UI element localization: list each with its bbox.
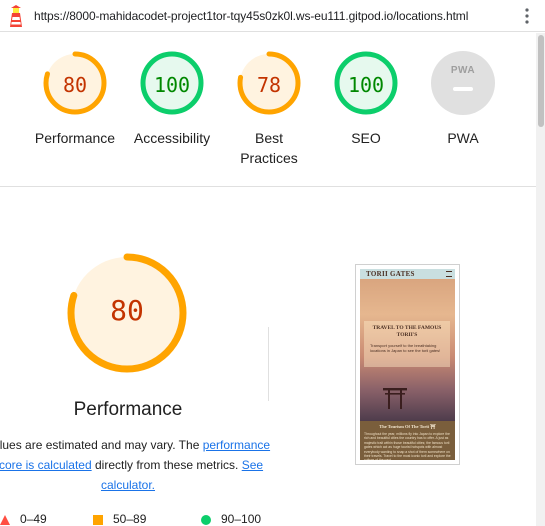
pwa-badge-icon — [431, 51, 495, 115]
square-icon — [93, 514, 103, 525]
pwa-dash-icon — [453, 87, 473, 91]
thumbnail-hero-text: Transport yourself to the breathtaking l… — [370, 343, 441, 353]
legend-range: 0–49 — [20, 512, 47, 526]
performance-title: Performance — [73, 399, 183, 420]
gauge-label: Accessibility — [133, 130, 211, 146]
legend-average: 50–89 — [93, 512, 146, 526]
legend-pass: 90–100 — [201, 512, 261, 526]
thumbnail-section-text: Throughout the year, millions fly into J… — [364, 432, 451, 460]
gauge-score: 100 — [347, 73, 385, 97]
gauge-seo[interactable]: 100 SEO — [316, 50, 416, 148]
gauge-score: 100 — [153, 73, 191, 97]
thumbnail-hero-card: TRAVEL TO THE FAMOUS TORII'S Transport y… — [364, 321, 450, 367]
kebab-menu-icon[interactable] — [522, 6, 532, 26]
scrollbar-thumb[interactable] — [538, 35, 544, 127]
thumbnail-page: TORII GATES TRAVEL TO THE FAMOUS TORII'S… — [360, 269, 455, 460]
final-screenshot-thumbnail[interactable]: TORII GATES TRAVEL TO THE FAMOUS TORII'S… — [355, 264, 460, 465]
gauge-score: 78 — [256, 73, 282, 97]
thumbnail-navbar: TORII GATES — [360, 269, 455, 279]
gauge-label: Best Practices — [219, 128, 319, 168]
pwa-badge-text: PWA — [450, 65, 476, 76]
vertical-divider — [268, 327, 269, 401]
thumbnail-hero-heading: TRAVEL TO THE FAMOUS TORII'S — [372, 325, 442, 338]
gauge-accessibility[interactable]: 100 Accessibility — [122, 50, 222, 148]
thumbnail-brand: TORII GATES — [366, 270, 415, 278]
note-text-middle: directly from these metrics. — [91, 458, 242, 472]
note-text: Values are estimated and may vary. The — [0, 438, 203, 452]
hamburger-icon — [446, 271, 452, 277]
url-bar: https://8000-mahidacodet-project1tor-tqy… — [0, 0, 545, 32]
gauge-label-line: Best — [254, 130, 283, 146]
gauge-label: SEO — [351, 130, 381, 146]
circle-icon — [201, 514, 211, 525]
thumbnail-hero-image: TRAVEL TO THE FAMOUS TORII'S Transport y… — [360, 279, 455, 421]
thumbnail-section-heading: The Tourism Of The Torii ⛩ — [379, 424, 436, 429]
performance-note: Values are estimated and may vary. The p… — [0, 435, 272, 495]
performance-score-value: 80 — [110, 294, 144, 327]
legend-fail: 0–49 — [0, 512, 47, 526]
torii-gate-icon — [383, 388, 407, 409]
gauge-performance[interactable]: 80 Performance — [25, 50, 125, 148]
gauge-label-line: Practices — [240, 150, 298, 166]
url-text[interactable]: https://8000-mahidacodet-project1tor-tqy… — [34, 9, 468, 23]
gauge-label: PWA — [447, 130, 479, 146]
thumbnail-section: The Tourism Of The Torii ⛩ Throughout th… — [360, 421, 455, 460]
gauge-best-practices[interactable]: 78 Best Practices — [219, 50, 319, 168]
lighthouse-icon — [10, 5, 22, 27]
gauge-label: Performance — [34, 130, 116, 146]
gauge-score: 80 — [62, 73, 88, 97]
divider — [0, 186, 536, 187]
legend-range: 50–89 — [113, 512, 147, 526]
pwa-gauge[interactable]: PWA PWA — [413, 50, 513, 148]
triangle-icon — [0, 514, 10, 525]
legend-range: 90–100 — [221, 512, 262, 526]
